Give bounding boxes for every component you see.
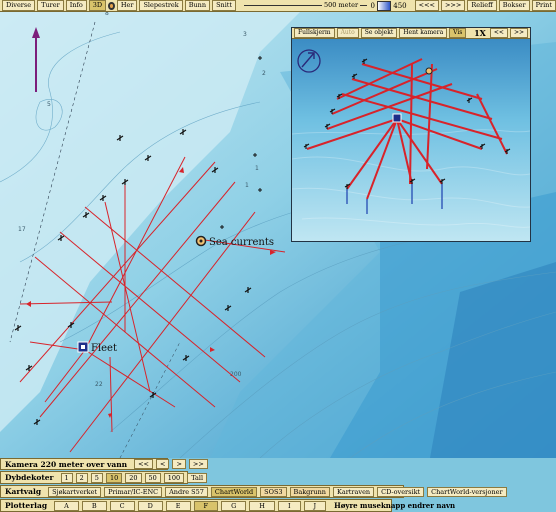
depth-option-1[interactable]: 1 (60, 472, 73, 483)
relieff-button[interactable]: Relieff (467, 0, 497, 11)
depth-label: 3 (243, 31, 247, 38)
print-button[interactable]: Print (531, 0, 556, 11)
3d-view-window[interactable]: Fullskjerm Auto Se objekt Hent kamera Vi… (291, 27, 531, 242)
layer-d[interactable]: D (137, 500, 163, 511)
fullscreen-button[interactable]: Fullskjerm (294, 28, 335, 38)
scale-label: 500 meter (322, 1, 361, 10)
layer-j[interactable]: J (303, 500, 327, 511)
depth-option-tall[interactable]: Tall (187, 472, 208, 483)
chart-option-kartraven[interactable]: Kartraven (332, 486, 375, 497)
chart-option-sos3[interactable]: SOS3 (260, 486, 287, 497)
depth-max: 450 (393, 1, 407, 10)
zoom-level: 1X (474, 28, 486, 38)
menu-her[interactable]: Her (116, 0, 138, 11)
depth-option-20[interactable]: 20 (125, 472, 142, 483)
camera-title: Kamera 220 meter over vann (5, 459, 128, 469)
depth-label: 1 (255, 165, 259, 172)
layer-c[interactable]: C (109, 500, 135, 511)
camera-forward-button[interactable]: > (172, 459, 186, 469)
depth-label: 1 (245, 182, 249, 189)
chart-option-andre-s57[interactable]: Andre S57 (165, 486, 208, 497)
menu-3d[interactable]: 3D (88, 0, 107, 11)
camera-back-button[interactable]: < (156, 459, 170, 469)
menu-bunn[interactable]: Bunn (184, 0, 211, 11)
rename-hint: Høyre museknapp endrer navn (334, 501, 456, 510)
depth-option-5[interactable]: 5 (90, 472, 103, 483)
sea-currents-marker[interactable]: Sea currents (195, 235, 275, 249)
depth-gradient (377, 0, 392, 11)
plotter-layer-panel: Plotterlag A B C D E F G H I J Høyre mus… (0, 499, 455, 512)
depth-option-50[interactable]: 50 (144, 472, 161, 483)
inset-next-button[interactable]: >> (509, 28, 528, 38)
auto-button[interactable]: Auto (336, 28, 359, 38)
see-object-button[interactable]: Se objekt (360, 28, 398, 38)
nav-forward-button[interactable]: >>> (440, 0, 466, 11)
sea-currents-label: Sea currents (209, 237, 274, 248)
depth-option-100[interactable]: 100 (163, 472, 185, 483)
layer-i[interactable]: I (277, 500, 301, 511)
chart-option-primar[interactable]: Primar/IC-ENC (104, 486, 163, 497)
menu-turer[interactable]: Turer (37, 0, 64, 11)
depth-label: 2 (262, 70, 266, 77)
menu-snitt[interactable]: Snitt (212, 0, 237, 11)
nav-back-button[interactable]: <<< (414, 0, 439, 11)
inset-prev-button[interactable]: << (489, 28, 508, 38)
chart-option-bakgrunn[interactable]: Bakgrunn (289, 486, 330, 497)
chart-option-cd-oversikt[interactable]: CD-oversikt (377, 486, 425, 497)
camera-back-fast-button[interactable]: << (134, 459, 154, 469)
menu-diverse[interactable]: Diverse (2, 0, 36, 11)
depth-label: 5 (47, 101, 51, 108)
plotter-layer-title: Plotterlag (5, 501, 48, 510)
3d-scene[interactable] (292, 39, 530, 241)
menu-info[interactable]: Info (65, 0, 87, 11)
layer-b[interactable]: B (81, 500, 107, 511)
show-button[interactable]: Vis (449, 28, 467, 38)
camera-forward-fast-button[interactable]: >> (188, 459, 208, 469)
depth-label: 22 (95, 381, 103, 388)
depth-option-10[interactable]: 10 (105, 472, 123, 483)
layer-e[interactable]: E (165, 500, 191, 511)
chart-option-sjokartverket[interactable]: Sjøkartverket (48, 486, 102, 497)
layer-f[interactable]: F (193, 500, 219, 511)
target-icon[interactable] (108, 1, 115, 10)
fleet-marker[interactable]: Fleet (77, 341, 117, 354)
3d-view-toolbar: Fullskjerm Auto Se objekt Hent kamera Vi… (292, 28, 530, 39)
fleet-label: Fleet (91, 343, 117, 354)
depth-label: 17 (18, 226, 26, 233)
layer-h[interactable]: H (249, 500, 275, 511)
top-toolbar: Diverse Turer Info 3D Her Slepestrek Bun… (0, 0, 556, 12)
layer-g[interactable]: G (221, 500, 247, 511)
camera-panel: Kamera 220 meter over vann << < > >> (0, 458, 208, 470)
depth-option-2[interactable]: 2 (75, 472, 88, 483)
menu-slepestrek[interactable]: Slepestrek (139, 0, 183, 11)
chart-selection-panel: Kartvalg Sjøkartverket Primar/IC-ENC And… (0, 485, 507, 498)
bokser-button[interactable]: Bokser (498, 0, 530, 11)
depth-contour-panel: Dybdekoter 1 2 5 10 20 50 100 Tall (0, 471, 208, 484)
chart-option-chartworld-versjoner[interactable]: ChartWorld-versjoner (427, 486, 507, 497)
layer-a[interactable]: A (54, 500, 79, 511)
get-camera-button[interactable]: Hent kamera (399, 28, 448, 38)
depth-contour-title: Dybdekoter (5, 473, 54, 482)
depth-label: 8 (105, 12, 109, 17)
scale-bar: 500 meter (244, 1, 367, 10)
chart-option-chartworld[interactable]: ChartWorld (210, 486, 258, 497)
chart-selection-title: Kartvalg (5, 487, 42, 496)
depth-min: 0 (370, 1, 376, 10)
